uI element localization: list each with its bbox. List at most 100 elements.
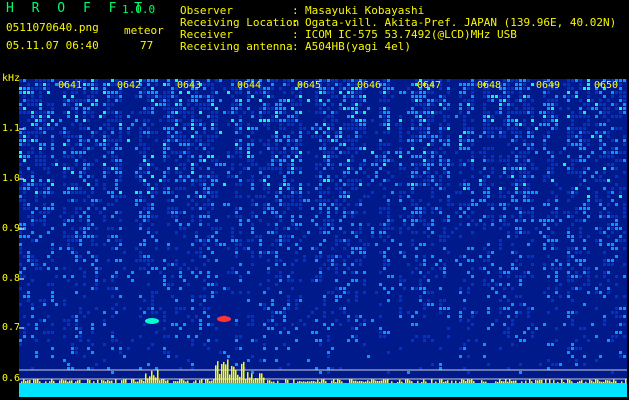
level-spike [45,381,47,383]
level-spike [165,380,167,383]
x-tick-label: 0646 [357,80,382,91]
level-spike [373,379,375,383]
level-spike [285,379,287,383]
x-tick-label: 0647 [417,80,442,91]
level-spike [151,370,153,383]
level-spike [567,379,569,383]
level-spike [315,381,317,383]
antenna-sep: : [292,40,299,53]
level-spike [87,379,89,383]
level-spike [469,379,471,383]
level-spike [179,379,181,383]
level-spike [249,377,251,383]
level-spike [323,379,325,383]
level-spike [247,372,249,383]
level-spike [339,379,341,383]
level-spike [65,380,67,383]
level-spike [609,380,611,383]
level-spike [379,380,381,383]
level-spike [263,377,265,383]
level-spike [145,373,147,383]
level-spike [473,381,475,383]
level-spike [69,380,71,383]
level-spike [157,369,159,383]
y-tick-label: 0.7 [2,322,21,333]
level-spike [507,381,509,383]
level-spike [615,380,617,383]
level-spike [387,379,389,383]
level-spike [595,379,597,383]
level-spike [381,380,383,383]
level-spike [563,381,565,383]
level-spike [187,380,189,383]
level-spike [601,381,603,383]
level-spike [207,379,209,383]
level-spike [49,381,51,383]
level-spike [269,380,271,383]
level-spike [111,380,113,383]
level-spike [89,379,91,383]
level-spike [483,381,485,383]
level-spike [261,373,263,383]
level-spike [79,379,81,383]
level-spike [195,380,197,383]
level-spike [625,379,627,383]
level-spike [435,381,437,383]
level-spike [513,380,515,383]
level-spike [173,381,175,383]
level-spike [135,381,137,383]
level-spike [317,379,319,383]
level-spike [115,379,117,383]
level-spike [101,379,103,383]
antenna-value: A504HB(yagi 4el) [305,40,411,53]
level-spike [213,379,215,383]
level-spike [351,379,353,383]
level-spike [233,366,235,383]
level-spike [177,381,179,383]
level-spike [33,379,35,383]
antenna-key: Receiving antenna [180,40,293,53]
level-spike [201,379,203,383]
level-spike [425,381,427,383]
level-spike [377,380,379,383]
level-spike [605,380,607,383]
level-spike [307,381,309,383]
y-tick-label: 1.0 [2,173,21,184]
level-spike [355,380,357,383]
level-spike [319,381,321,383]
spectrogram-panel [19,79,627,397]
level-spike [77,380,79,383]
level-spike [407,379,409,383]
level-spike [611,381,613,383]
level-spike [303,381,305,383]
level-spike [231,365,233,383]
level-spike [357,381,359,383]
level-spike [163,379,165,383]
level-spike [227,359,229,383]
level-spike [39,381,41,383]
level-spike [549,379,551,383]
level-spike [183,380,185,383]
level-spike [589,379,591,383]
level-spike [577,381,579,383]
level-spike [125,379,127,383]
level-spike [105,381,107,383]
meteor-label: meteor [124,24,164,37]
level-spike [539,379,541,383]
level-spike [579,380,581,383]
level-spike [511,380,513,383]
y-tick-label: 1.1 [2,123,21,134]
level-spike [67,381,69,383]
x-tick-label: 0650 [594,80,619,91]
level-spike [299,381,301,383]
level-spike [253,379,255,383]
level-spike [591,380,593,383]
level-spike [561,379,563,383]
level-spike [71,380,73,383]
hroft-window: H R O F F T 1.0.0 0511070640.png meteor … [0,0,629,400]
level-spike [107,380,109,383]
level-spike [153,375,155,383]
level-spike [167,380,169,383]
level-spike [541,379,543,383]
level-spike [143,380,145,383]
